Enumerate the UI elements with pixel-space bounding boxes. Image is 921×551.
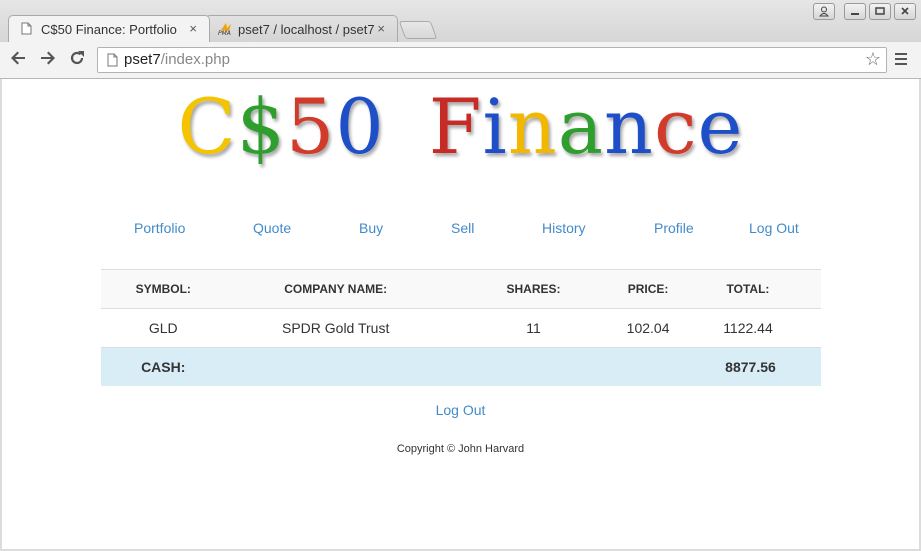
cell-total: 1122.44 (674, 308, 821, 348)
logo-letter: n (604, 82, 654, 171)
close-icon[interactable]: × (377, 21, 385, 36)
cash-row: CASH: 8877.56 (101, 347, 821, 386)
nav-profile[interactable]: Profile (654, 220, 694, 236)
nav-buy[interactable]: Buy (359, 220, 383, 236)
user-icon[interactable] (813, 3, 835, 20)
nav-quote[interactable]: Quote (253, 220, 291, 236)
logo-letter: i (482, 82, 508, 171)
forward-icon[interactable] (40, 50, 56, 71)
page-icon (107, 53, 118, 72)
back-icon[interactable] (10, 50, 26, 71)
logo-letter: a (557, 82, 605, 171)
tab-phpmyadmin[interactable]: PMA pset7 / localhost / pset7 × (205, 15, 398, 42)
new-tab-button[interactable] (398, 21, 438, 39)
close-icon[interactable] (894, 3, 916, 20)
page-viewport: C$50 Finance Portfolio Quote Buy Sell His… (2, 79, 919, 549)
close-icon[interactable]: × (189, 21, 197, 36)
address-bar[interactable]: pset7/index.php ☆ (97, 47, 887, 73)
menu-icon[interactable] (895, 53, 907, 68)
nav-logout[interactable]: Log Out (749, 220, 799, 236)
url-text: pset7/index.php (124, 51, 230, 68)
maximize-icon[interactable] (869, 3, 891, 20)
tab-title: C$50 Finance: Portfolio (41, 22, 177, 37)
cash-value: 8877.56 (674, 347, 821, 386)
nav-history[interactable]: History (542, 220, 586, 236)
logo-letter: C (177, 82, 237, 171)
site-logo: C$50 Finance (2, 79, 919, 175)
header-shares: SHARES: (445, 269, 622, 309)
cell-company: SPDR Gold Trust (225, 308, 446, 348)
url-path: /index.php (160, 51, 230, 68)
logo-letter: F (428, 82, 483, 171)
tab-portfolio[interactable]: C$50 Finance: Portfolio × (8, 15, 210, 42)
url-host: pset7 (124, 51, 161, 68)
nav-sell[interactable]: Sell (451, 220, 474, 236)
browser-titlebar: C$50 Finance: Portfolio × PMA pset7 / lo… (0, 0, 921, 42)
cell-shares: 11 (445, 308, 622, 348)
header-price: PRICE: (621, 269, 675, 309)
header-total: TOTAL: (674, 269, 821, 309)
page-icon (21, 22, 32, 38)
portfolio-table: SYMBOL: COMPANY NAME: SHARES: PRICE: TOT… (101, 269, 821, 386)
table-header-row: SYMBOL: COMPANY NAME: SHARES: PRICE: TOT… (101, 269, 821, 309)
cell-price: 102.04 (621, 308, 675, 348)
logo-letter: n (507, 82, 558, 171)
logo-letter: $ (236, 82, 286, 171)
copyright-text: Copyright © John Harvard (396, 443, 525, 455)
bookmark-star-icon[interactable]: ☆ (865, 49, 881, 70)
tab-title: pset7 / localhost / pset7 (238, 22, 374, 37)
logo-letter: 5 (285, 82, 336, 171)
svg-text:PMA: PMA (218, 30, 231, 36)
footer-logout-link[interactable]: Log Out (2, 402, 919, 418)
header-symbol: SYMBOL: (101, 269, 226, 309)
cash-label: CASH: (101, 347, 226, 386)
reload-icon[interactable] (69, 50, 85, 71)
nav-portfolio[interactable]: Portfolio (134, 220, 185, 236)
logo-letter: c (653, 82, 698, 171)
logo-letter: e (697, 82, 744, 171)
phpmyadmin-icon: PMA (218, 22, 234, 39)
header-company: COMPANY NAME: (225, 269, 446, 309)
logo-letter: 0 (335, 82, 385, 171)
table-row: GLD SPDR Gold Trust 11 102.04 1122.44 (101, 308, 821, 348)
minimize-icon[interactable] (844, 3, 866, 20)
cell-symbol: GLD (101, 308, 226, 348)
browser-toolbar: pset7/index.php ☆ (0, 42, 921, 79)
